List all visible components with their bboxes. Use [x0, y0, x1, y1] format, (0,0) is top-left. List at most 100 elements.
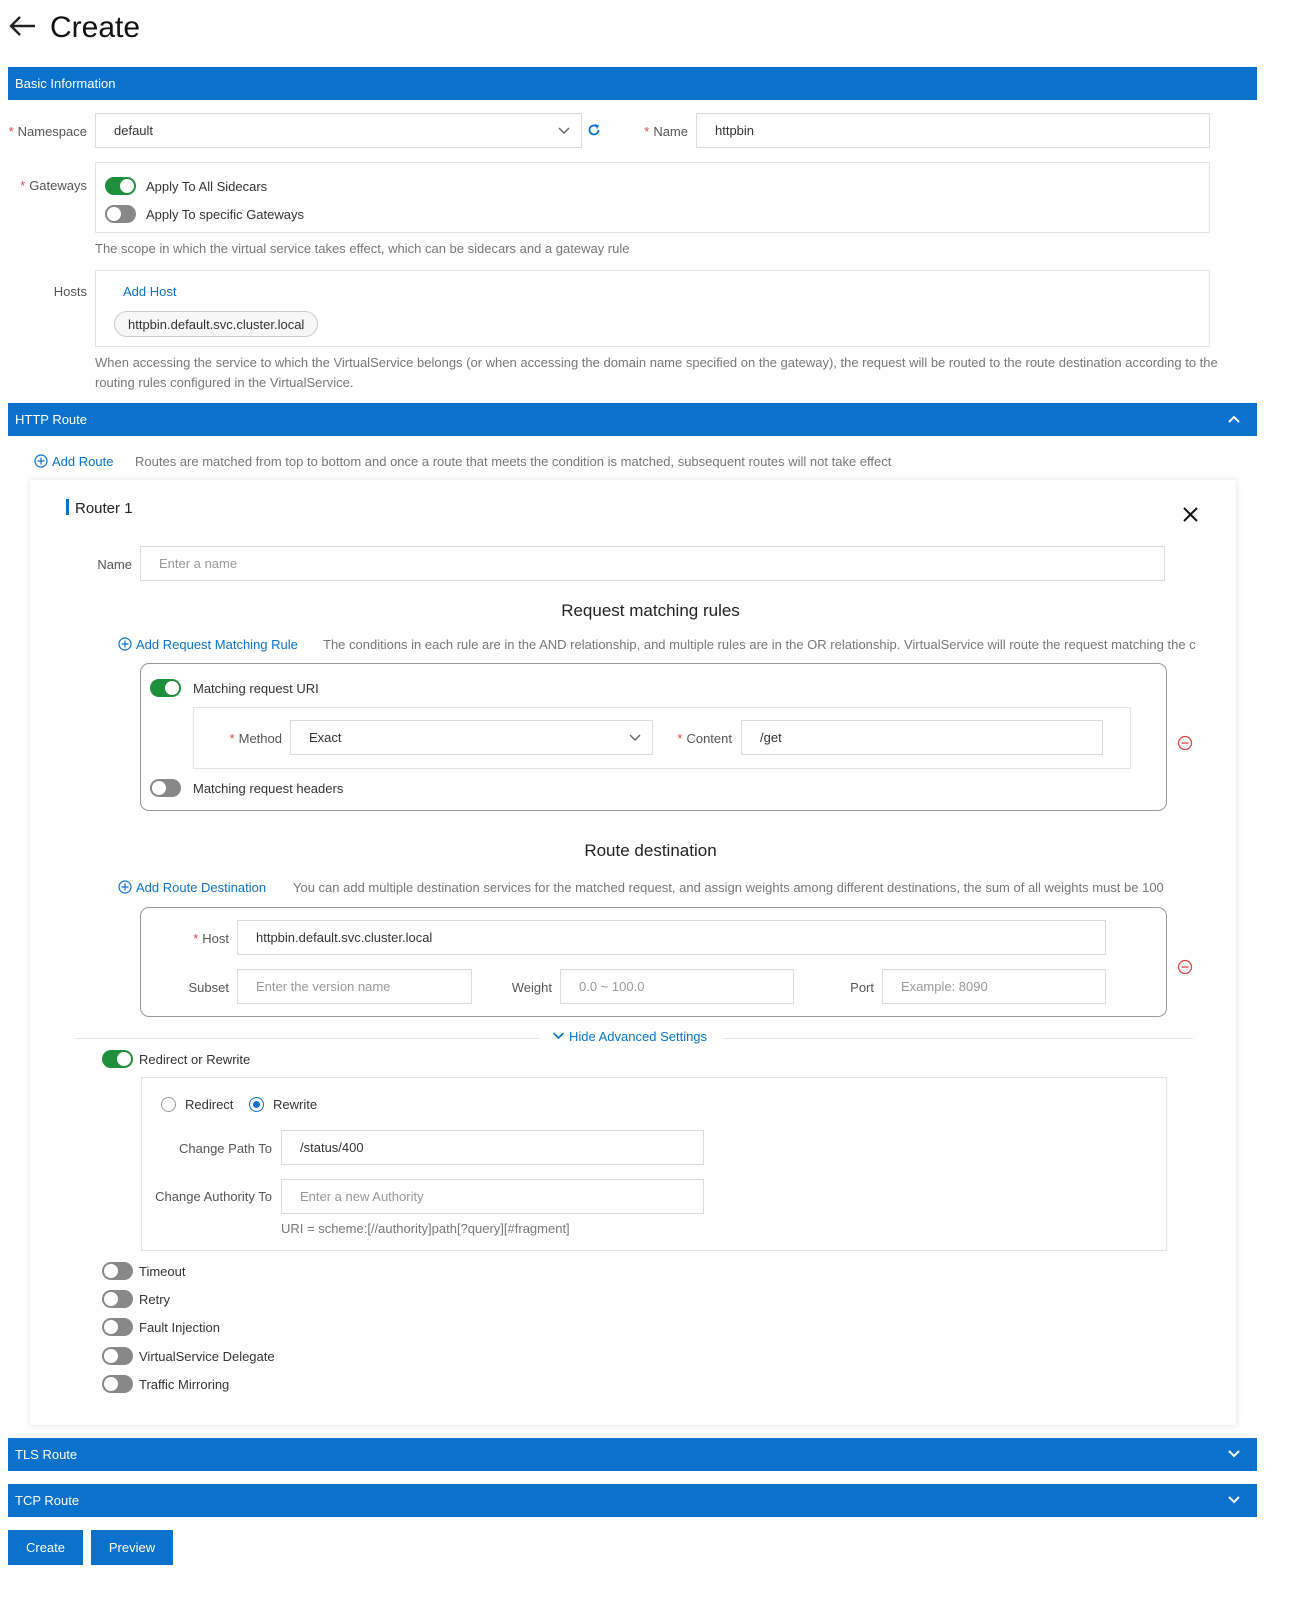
refresh-icon[interactable] — [587, 123, 601, 137]
virtualservice-delegate-switch[interactable] — [102, 1347, 133, 1365]
redirect-rewrite-switch[interactable] — [102, 1050, 133, 1068]
request-matching-heading-wrap: Request matching rules — [0, 601, 1301, 621]
section-title: TCP Route — [15, 1493, 80, 1508]
plus-circle-icon — [118, 880, 132, 894]
section-tls-route[interactable]: TLS Route — [8, 1438, 1257, 1471]
apply-all-sidecars-switch[interactable] — [105, 177, 136, 195]
matching-uri-label: Matching request URI — [193, 681, 319, 696]
plus-circle-icon — [118, 637, 132, 651]
section-title: TLS Route — [15, 1447, 78, 1462]
request-matching-help: The conditions in each rule are in the A… — [323, 637, 1196, 652]
name-label: * Name — [644, 124, 688, 139]
host-tag[interactable]: httpbin.default.svc.cluster.local — [114, 311, 319, 337]
section-title: Basic Information — [15, 76, 116, 91]
chevron-down-icon — [552, 1032, 565, 1040]
gateways-label: * Gateways — [20, 178, 87, 193]
request-matching-heading: Request matching rules — [561, 601, 740, 620]
apply-specific-gateways-switch[interactable] — [105, 205, 136, 223]
traffic-mirroring-label: Traffic Mirroring — [139, 1377, 230, 1392]
retry-label: Retry — [139, 1292, 171, 1307]
matching-headers-switch[interactable] — [150, 779, 181, 797]
chevron-up-icon[interactable] — [1227, 412, 1241, 426]
gateways-help: The scope in which the virtual service t… — [95, 241, 630, 256]
section-basic-information: Basic Information — [8, 67, 1257, 100]
preview-button[interactable]: Preview — [91, 1530, 173, 1565]
close-router-icon[interactable] — [1182, 506, 1199, 523]
rewrite-radio-label: Rewrite — [273, 1097, 318, 1112]
port-placeholder: Example: 8090 — [901, 979, 988, 994]
change-path-input[interactable]: /status/400 — [281, 1130, 704, 1165]
name-input[interactable]: httpbin — [696, 113, 1210, 148]
redirect-rewrite-label: Redirect or Rewrite — [139, 1052, 251, 1067]
route-destination-help: You can add multiple destination service… — [293, 880, 1164, 895]
chevron-down-icon — [629, 734, 641, 741]
router-name-input[interactable]: Enter a name — [140, 546, 1165, 581]
matching-headers-label: Matching request headers — [193, 781, 344, 796]
matching-uri-switch[interactable] — [150, 679, 181, 697]
retry-switch[interactable] — [102, 1290, 133, 1308]
route-destination-heading: Route destination — [584, 841, 717, 860]
remove-destination-icon[interactable] — [1177, 959, 1193, 975]
fault-injection-label: Fault Injection — [139, 1320, 220, 1335]
chevron-down-icon[interactable] — [1227, 1493, 1241, 1507]
change-path-label: Change Path To — [179, 1141, 272, 1156]
uri-hint: URI = scheme:[//authority]path[?query][#… — [281, 1221, 570, 1236]
add-host-link[interactable]: Add Host — [123, 284, 176, 299]
back-arrow-icon[interactable] — [8, 8, 36, 48]
port-input[interactable]: Example: 8090 — [882, 969, 1106, 1004]
router-title: Router 1 — [75, 500, 133, 517]
add-request-matching-rule-link[interactable]: Add Request Matching Rule — [118, 637, 298, 652]
destination-host-input[interactable]: httpbin.default.svc.cluster.local — [237, 920, 1106, 955]
section-tcp-route[interactable]: TCP Route — [8, 1484, 1257, 1517]
router-name-label: Name — [97, 557, 132, 572]
add-route-help: Routes are matched from top to bottom an… — [135, 454, 892, 469]
name-value: httpbin — [715, 123, 755, 138]
rewrite-radio[interactable] — [249, 1097, 264, 1112]
remove-matching-rule-icon[interactable] — [1177, 735, 1193, 751]
page-title: Create — [50, 11, 141, 44]
namespace-value: default — [114, 123, 154, 138]
subset-input[interactable]: Enter the version name — [237, 969, 472, 1004]
hosts-help: When accessing the service to which the … — [95, 355, 1218, 390]
apply-all-sidecars-label: Apply To All Sidecars — [146, 179, 268, 194]
host-tag-label: httpbin.default.svc.cluster.local — [128, 316, 305, 332]
redirect-radio-label: Redirect — [185, 1097, 234, 1112]
add-route-link[interactable]: Add Route — [34, 454, 113, 469]
content-input[interactable]: /get — [741, 720, 1103, 755]
subset-placeholder: Enter the version name — [256, 979, 391, 994]
router-name-placeholder: Enter a name — [159, 556, 238, 571]
add-route-destination-link[interactable]: Add Route Destination — [118, 880, 266, 895]
change-path-value: /status/400 — [300, 1140, 364, 1155]
apply-specific-gateways-label: Apply To specific Gateways — [146, 207, 304, 222]
namespace-select[interactable]: default — [95, 113, 582, 148]
chevron-down-icon — [558, 127, 570, 134]
change-authority-label: Change Authority To — [155, 1189, 272, 1204]
redirect-radio[interactable] — [161, 1097, 176, 1112]
weight-label: Weight — [511, 980, 552, 995]
traffic-mirroring-switch[interactable] — [102, 1375, 133, 1393]
create-button[interactable]: Create — [8, 1530, 83, 1565]
timeout-switch[interactable] — [102, 1262, 133, 1280]
hide-advanced-settings-link[interactable]: Hide Advanced Settings — [552, 1029, 707, 1044]
weight-placeholder: 0.0 ~ 100.0 — [579, 979, 645, 994]
port-label: Port — [850, 980, 874, 995]
plus-circle-icon — [34, 454, 48, 468]
destination-host-value: httpbin.default.svc.cluster.local — [256, 930, 433, 945]
subset-label: Subset — [188, 980, 229, 995]
hosts-label: Hosts — [53, 284, 87, 299]
method-select[interactable]: Exact — [290, 720, 653, 755]
content-value: /get — [760, 730, 782, 745]
change-authority-input[interactable]: Enter a new Authority — [281, 1179, 704, 1214]
namespace-label: * Namespace — [8, 124, 87, 139]
fault-injection-switch[interactable] — [102, 1318, 133, 1336]
chevron-down-icon[interactable] — [1227, 1447, 1241, 1461]
method-value: Exact — [309, 730, 342, 745]
section-http-route[interactable]: HTTP Route — [8, 403, 1257, 436]
advanced-divider-right — [723, 1038, 1193, 1039]
gateways-box — [95, 162, 1210, 233]
advanced-divider-left — [75, 1038, 540, 1039]
content-label: * Content — [677, 731, 732, 746]
method-label: * Method — [229, 731, 282, 746]
change-authority-placeholder: Enter a new Authority — [300, 1189, 424, 1204]
weight-input[interactable]: 0.0 ~ 100.0 — [560, 969, 794, 1004]
